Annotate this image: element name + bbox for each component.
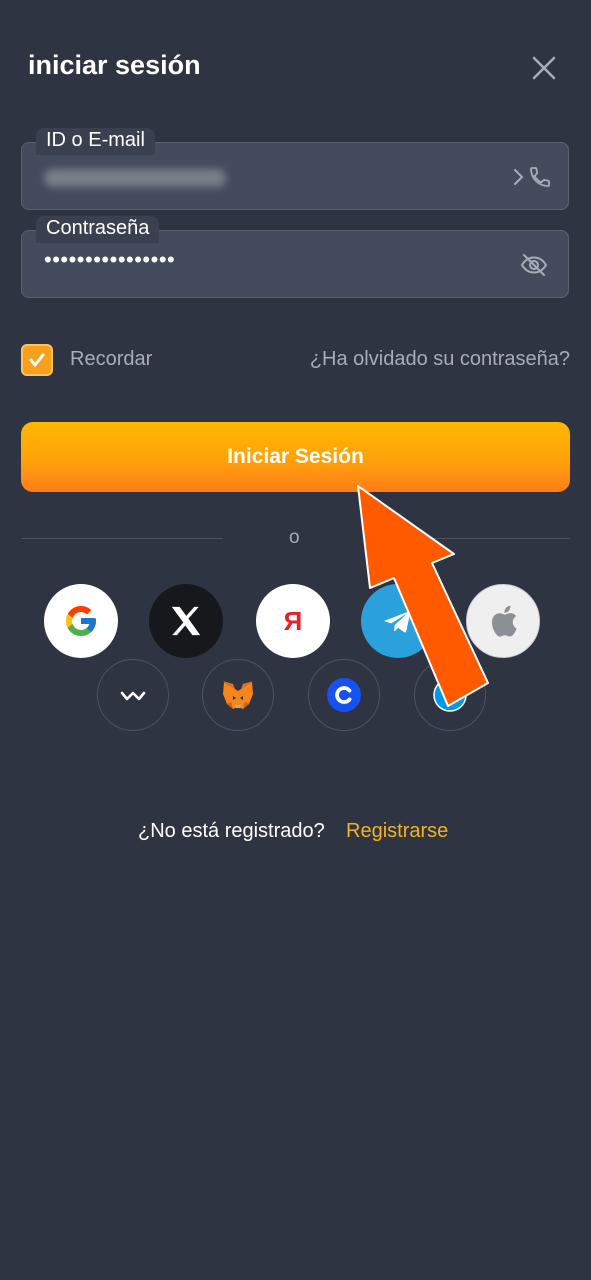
register-link[interactable]: Registrarse [346,820,448,843]
walletconnect-icon [120,691,146,701]
walletconnect-login-button[interactable] [97,659,169,731]
yandex-icon: Я [284,606,303,636]
remember-label[interactable]: Recordar [70,348,152,371]
password-field[interactable]: Contraseña •••••••••••••••• [21,216,569,298]
eye-off-icon[interactable] [520,253,548,277]
divider-left [21,538,223,539]
annotation-arrow-icon [357,485,489,707]
id-email-label: ID o E-mail [36,128,155,155]
x-icon [171,606,201,636]
id-email-value-blurred [44,169,226,187]
close-button[interactable] [526,50,562,86]
yandex-login-button[interactable]: Я [256,584,330,658]
not-registered-text: ¿No está registrado? [138,820,325,842]
x-login-button[interactable] [149,584,223,658]
divider-text: o [289,527,300,548]
checkmark-icon [29,353,45,367]
forgot-password-link[interactable]: ¿Ha olvidado su contraseña? [310,348,570,371]
chevron-right-icon[interactable] [512,167,524,187]
metamask-icon [223,681,253,709]
password-label: Contraseña [36,216,160,243]
svg-text:Я: Я [284,606,303,636]
close-icon [532,56,556,80]
remember-checkbox[interactable] [21,344,53,376]
id-email-field[interactable]: ID o E-mail [21,128,569,210]
page-title: iniciar sesión [28,50,201,80]
google-icon [66,606,96,636]
google-login-button[interactable] [44,584,118,658]
phone-icon[interactable] [528,165,552,189]
password-value: •••••••••••••••• [44,247,176,272]
metamask-login-button[interactable] [202,659,274,731]
